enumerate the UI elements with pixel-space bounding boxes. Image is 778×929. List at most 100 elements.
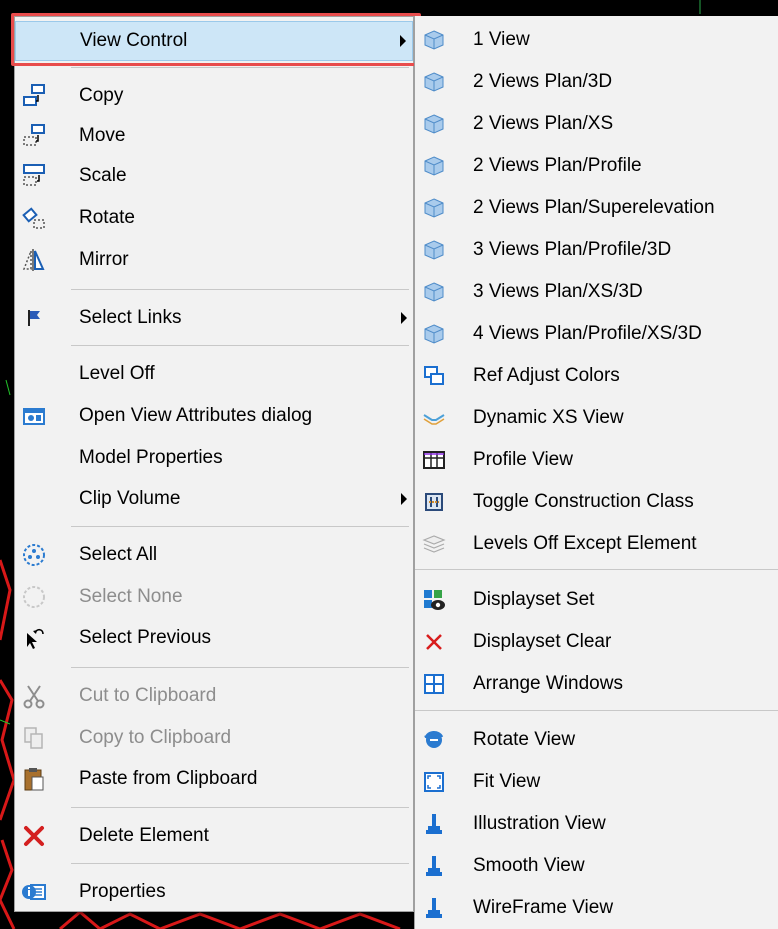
- menu-item-label: Copy to Clipboard: [79, 727, 232, 748]
- rotate-icon: [19, 203, 49, 233]
- move-icon: [19, 121, 49, 151]
- menu-separator: [71, 345, 409, 346]
- submenu-arrow-icon: [401, 493, 407, 505]
- brush-icon: [419, 809, 449, 839]
- submenu-item-1-view[interactable]: 1 View: [415, 19, 778, 61]
- submenu-item-displayset-set[interactable]: Displayset Set: [415, 579, 778, 621]
- submenu-item-dynamic-xs-view[interactable]: Dynamic XS View: [415, 397, 778, 439]
- menu-item-mirror[interactable]: Mirror: [15, 240, 413, 280]
- menu-item-move[interactable]: Move: [15, 116, 413, 156]
- cube-icon: [419, 193, 449, 223]
- menu-separator: [71, 863, 409, 864]
- select-none-icon: [19, 582, 49, 612]
- menu-item-label: Properties: [79, 881, 166, 902]
- submenu-item-profile-view[interactable]: Profile View: [415, 439, 778, 481]
- menu-item-copy-to-clipboard[interactable]: Copy to Clipboard: [15, 718, 413, 758]
- submenu-item-2-views-plan-profile[interactable]: 2 Views Plan/Profile: [415, 145, 778, 187]
- menu-separator: [71, 289, 409, 290]
- menu-item-label: Scale: [79, 165, 127, 186]
- rotate-view-icon: [419, 725, 449, 755]
- submenu-item-wireframe-view[interactable]: WireFrame View: [415, 887, 778, 929]
- menu-item-label: Clip Volume: [79, 488, 181, 509]
- menu-item-level-off[interactable]: Level Off: [15, 354, 413, 394]
- cube-icon: [419, 109, 449, 139]
- menu-separator: [71, 526, 409, 527]
- submenu-item-ref-adjust-colors[interactable]: Ref Adjust Colors: [415, 355, 778, 397]
- menu-item-rotate[interactable]: Rotate: [15, 198, 413, 238]
- submenu-item-label: Profile View: [473, 449, 573, 470]
- view-attributes-icon: [19, 401, 49, 431]
- submenu-item-fit-view[interactable]: Fit View: [415, 761, 778, 803]
- submenu-item-label: Dynamic XS View: [473, 407, 624, 428]
- context-menu: View Control Copy Move Scale Rotate Mirr…: [14, 16, 414, 912]
- submenu-item-arrange-windows[interactable]: Arrange Windows: [415, 663, 778, 705]
- brush-icon: [419, 893, 449, 923]
- menu-item-label: Select Links: [79, 307, 182, 328]
- submenu-item-label: Arrange Windows: [473, 673, 623, 694]
- submenu-item-toggle-construction-class[interactable]: Toggle Construction Class: [415, 481, 778, 523]
- menu-item-label: Paste from Clipboard: [79, 768, 258, 789]
- menu-item-paste-from-clipboard[interactable]: Paste from Clipboard: [15, 759, 413, 799]
- menu-item-open-view-attributes[interactable]: Open View Attributes dialog: [15, 396, 413, 436]
- copy-clipboard-icon: [19, 723, 49, 753]
- submenu-item-rotate-view[interactable]: Rotate View: [415, 719, 778, 761]
- submenu-item-label: 2 Views Plan/3D: [473, 71, 613, 92]
- submenu-item-3-views-plan-profile-3d[interactable]: 3 Views Plan/Profile/3D: [415, 229, 778, 271]
- submenu-item-2-views-plan-3d[interactable]: 2 Views Plan/3D: [415, 61, 778, 103]
- menu-separator: [415, 710, 778, 711]
- menu-item-label: Select None: [79, 586, 183, 607]
- menu-item-scale[interactable]: Scale: [15, 156, 413, 196]
- menu-item-select-all[interactable]: Select All: [15, 535, 413, 575]
- menu-item-label: Select Previous: [79, 627, 212, 648]
- menu-item-label: Mirror: [79, 249, 129, 270]
- submenu-item-label: 2 Views Plan/Profile: [473, 155, 642, 176]
- submenu-item-label: Rotate View: [473, 729, 576, 750]
- submenu-item-label: 2 Views Plan/XS: [473, 113, 614, 134]
- menu-item-properties[interactable]: Properties: [15, 872, 413, 912]
- submenu-item-2-views-plan-superelevation[interactable]: 2 Views Plan/Superelevation: [415, 187, 778, 229]
- submenu-item-2-views-plan-xs[interactable]: 2 Views Plan/XS: [415, 103, 778, 145]
- menu-separator: [415, 569, 778, 570]
- submenu-item-smooth-view[interactable]: Smooth View: [415, 845, 778, 887]
- construction-class-icon: [419, 487, 449, 517]
- layers-icon: [419, 529, 449, 559]
- arrange-windows-icon: [419, 669, 449, 699]
- copy-icon: [19, 81, 49, 111]
- menu-item-copy[interactable]: Copy: [15, 76, 413, 116]
- menu-item-delete-element[interactable]: Delete Element: [15, 816, 413, 856]
- menu-item-select-previous[interactable]: Select Previous: [15, 618, 413, 658]
- displayset-icon: [419, 585, 449, 615]
- menu-item-select-none[interactable]: Select None: [15, 577, 413, 617]
- submenu-item-label: Fit View: [473, 771, 541, 792]
- submenu-item-4-views-plan-profile-xs-3d[interactable]: 4 Views Plan/Profile/XS/3D: [415, 313, 778, 355]
- profile-grid-icon: [419, 445, 449, 475]
- menu-item-label: Rotate: [79, 207, 135, 228]
- submenu-item-label: Displayset Clear: [473, 631, 612, 652]
- menu-item-label: Delete Element: [79, 825, 209, 846]
- menu-separator: [71, 667, 409, 668]
- submenu-item-label: Smooth View: [473, 855, 585, 876]
- menu-item-select-links[interactable]: Select Links: [15, 298, 413, 338]
- menu-item-label: Copy: [79, 85, 124, 106]
- menu-item-clip-volume[interactable]: Clip Volume: [15, 479, 413, 519]
- menu-item-cut-to-clipboard[interactable]: Cut to Clipboard: [15, 676, 413, 716]
- menu-item-model-properties[interactable]: Model Properties: [15, 438, 413, 478]
- submenu-item-label: Levels Off Except Element: [473, 533, 697, 554]
- cube-icon: [419, 277, 449, 307]
- view-control-submenu: 1 View 2 Views Plan/3D 2 Views Plan/XS 2…: [414, 16, 778, 929]
- submenu-item-label: 3 Views Plan/XS/3D: [473, 281, 643, 302]
- submenu-arrow-icon: [401, 312, 407, 324]
- submenu-item-levels-off-except-element[interactable]: Levels Off Except Element: [415, 523, 778, 565]
- menu-item-label: Select All: [79, 544, 158, 565]
- cube-icon: [419, 319, 449, 349]
- submenu-item-label: 3 Views Plan/Profile/3D: [473, 239, 672, 260]
- submenu-item-label: Toggle Construction Class: [473, 491, 694, 512]
- flag-icon: [19, 303, 49, 333]
- mirror-icon: [19, 245, 49, 275]
- submenu-item-displayset-clear[interactable]: Displayset Clear: [415, 621, 778, 663]
- cube-icon: [419, 67, 449, 97]
- submenu-item-3-views-plan-xs-3d[interactable]: 3 Views Plan/XS/3D: [415, 271, 778, 313]
- submenu-item-label: 1 View: [473, 29, 530, 50]
- submenu-item-illustration-view[interactable]: Illustration View: [415, 803, 778, 845]
- ref-adjust-icon: [419, 361, 449, 391]
